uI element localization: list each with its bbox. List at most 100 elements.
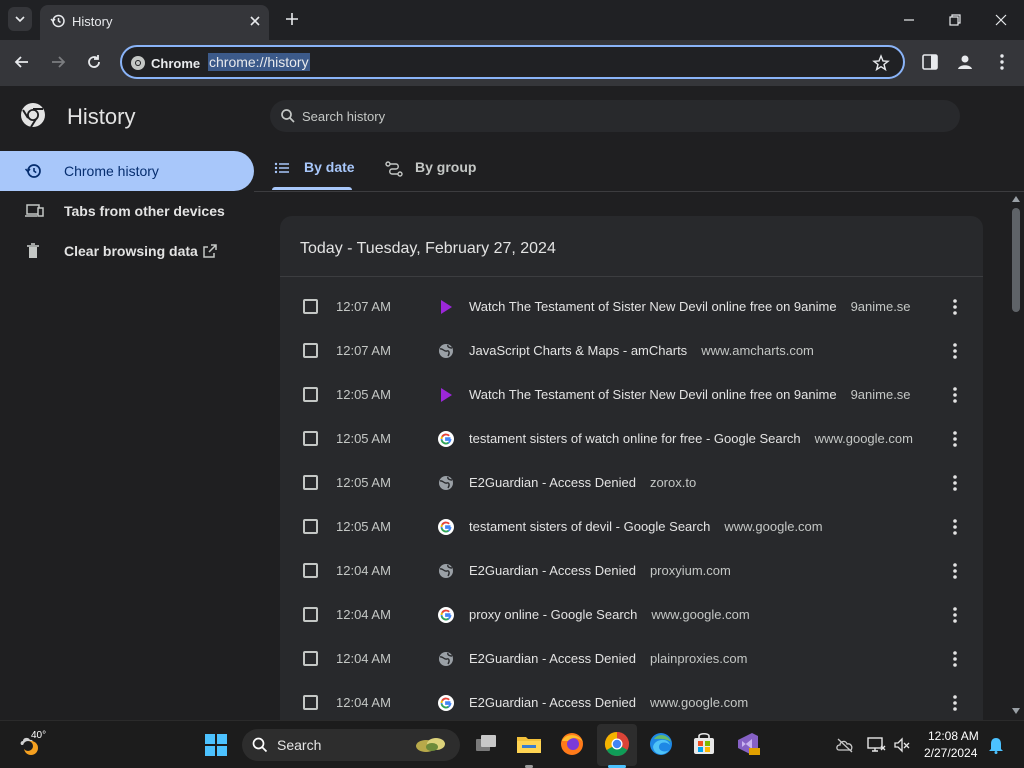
history-row[interactable]: 12:07 AM JavaScript Charts & Maps - amCha…: [280, 329, 983, 373]
volume-muted-icon[interactable]: [893, 736, 911, 754]
tab-search-button[interactable]: [8, 7, 32, 31]
row-checkbox[interactable]: [303, 475, 318, 490]
restore-icon[interactable]: [947, 12, 963, 28]
sidebar-item-label: Tabs from other devices: [64, 203, 225, 219]
row-checkbox[interactable]: [303, 431, 318, 446]
url-text[interactable]: chrome://history: [208, 53, 310, 71]
history-link[interactable]: Watch The Testament of Sister New Devil …: [469, 299, 911, 314]
row-checkbox[interactable]: [303, 651, 318, 666]
history-row[interactable]: 12:04 AM proxy online - Google Search www.…: [280, 593, 983, 637]
row-checkbox[interactable]: [303, 607, 318, 622]
row-checkbox[interactable]: [303, 519, 318, 534]
clock-date[interactable]: 2/27/2024: [924, 746, 977, 760]
more-actions-icon[interactable]: [947, 473, 963, 493]
scrollbar[interactable]: [1008, 192, 1024, 720]
toolbar: Chrome chrome://history: [0, 40, 1024, 86]
edge-icon[interactable]: [648, 731, 674, 757]
more-actions-icon[interactable]: [947, 429, 963, 449]
task-view-icon[interactable]: [473, 731, 499, 757]
active-tab[interactable]: History: [40, 5, 269, 40]
history-row[interactable]: 12:05 AM Watch The Testament of Sister Ne…: [280, 373, 983, 417]
visit-time: 12:04 AM: [336, 695, 391, 710]
bookmark-star-icon[interactable]: [872, 54, 890, 72]
reload-icon[interactable]: [84, 52, 104, 72]
taskbar-search[interactable]: Search: [242, 729, 460, 761]
group-icon: [385, 161, 403, 177]
sidebar-item-chrome-history[interactable]: Chrome history: [0, 151, 254, 191]
page-title-text: E2Guardian - Access Denied: [469, 563, 636, 578]
domain-text: 9anime.se: [850, 299, 911, 314]
history-icon: [50, 14, 65, 28]
history-row[interactable]: 12:04 AM E2Guardian - Access Denied plainp…: [280, 637, 983, 681]
history-link[interactable]: E2Guardian - Access Denied zorox.to: [469, 475, 696, 490]
history-row[interactable]: 12:05 AM testament sisters of watch onlin…: [280, 417, 983, 461]
visual-studio-icon[interactable]: [735, 731, 761, 757]
history-link[interactable]: testament sisters of watch online for fr…: [469, 431, 913, 446]
notification-bell-icon[interactable]: [988, 736, 1004, 754]
row-checkbox[interactable]: [303, 563, 318, 578]
row-checkbox[interactable]: [303, 343, 318, 358]
visit-time: 12:04 AM: [336, 563, 391, 578]
onedrive-icon[interactable]: [836, 737, 854, 753]
history-link[interactable]: E2Guardian - Access Denied www.google.com: [469, 695, 748, 710]
address-bar[interactable]: Chrome chrome://history: [120, 45, 905, 79]
globe-icon: [438, 563, 454, 579]
chrome-icon[interactable]: [604, 731, 630, 757]
more-actions-icon[interactable]: [947, 517, 963, 537]
history-row[interactable]: 12:04 AM E2Guardian - Access Denied proxyi…: [280, 549, 983, 593]
history-link[interactable]: proxy online - Google Search www.google.c…: [469, 607, 750, 622]
clock-time[interactable]: 12:08 AM: [928, 729, 979, 743]
firefox-icon[interactable]: [559, 731, 585, 757]
tab-strip: History: [0, 0, 1024, 40]
site-chip[interactable]: Chrome: [130, 54, 200, 72]
scroll-up-icon[interactable]: [1012, 196, 1020, 202]
row-checkbox[interactable]: [303, 695, 318, 710]
history-row[interactable]: 12:05 AM E2Guardian - Access Denied zorox.…: [280, 461, 983, 505]
history-row[interactable]: 12:04 AM E2Guardian - Access Denied www.go…: [280, 681, 983, 720]
sidebar-item-label: Clear browsing data: [64, 243, 198, 259]
page-title-text: Watch The Testament of Sister New Devil …: [469, 387, 837, 402]
tab-by-date[interactable]: By date: [272, 150, 357, 190]
menu-icon[interactable]: [992, 52, 1012, 72]
more-actions-icon[interactable]: [947, 297, 963, 317]
more-actions-icon[interactable]: [947, 385, 963, 405]
side-panel-icon[interactable]: [920, 52, 940, 72]
close-icon[interactable]: [247, 13, 263, 29]
domain-text: www.google.com: [724, 519, 823, 534]
more-actions-icon[interactable]: [947, 649, 963, 669]
history-row[interactable]: 12:07 AM Watch The Testament of Sister Ne…: [280, 285, 983, 329]
network-icon[interactable]: [866, 736, 886, 754]
forward-icon[interactable]: [48, 52, 68, 72]
history-link[interactable]: Watch The Testament of Sister New Devil …: [469, 387, 911, 402]
row-checkbox[interactable]: [303, 299, 318, 314]
history-row[interactable]: 12:05 AM testament sisters of devil - Goo…: [280, 505, 983, 549]
file-explorer-icon[interactable]: [516, 731, 542, 757]
tab-by-group[interactable]: By group: [384, 150, 484, 190]
more-actions-icon[interactable]: [947, 341, 963, 361]
history-link[interactable]: E2Guardian - Access Denied plainproxies.c…: [469, 651, 747, 666]
more-actions-icon[interactable]: [947, 605, 963, 625]
search-history-field[interactable]: Search history: [270, 100, 960, 132]
sidebar-item-clear-browsing-data[interactable]: Clear browsing data: [0, 231, 254, 271]
new-tab-icon[interactable]: [283, 10, 301, 28]
window-close-icon[interactable]: [993, 12, 1009, 28]
microsoft-store-icon[interactable]: [691, 731, 717, 757]
profile-icon[interactable]: [955, 52, 975, 72]
search-icon: [281, 109, 295, 123]
sidebar-item-tabs-from-other-devices[interactable]: Tabs from other devices: [0, 191, 254, 231]
scroll-down-icon[interactable]: [1012, 708, 1020, 714]
row-checkbox[interactable]: [303, 387, 318, 402]
scrollbar-thumb[interactable]: [1012, 208, 1020, 312]
google-icon: [438, 431, 454, 447]
history-link[interactable]: testament sisters of devil - Google Sear…: [469, 519, 823, 534]
back-icon[interactable]: [12, 52, 32, 72]
more-actions-icon[interactable]: [947, 693, 963, 713]
domain-text: www.google.com: [814, 431, 913, 446]
history-link[interactable]: E2Guardian - Access Denied proxyium.com: [469, 563, 731, 578]
minimize-icon[interactable]: [901, 12, 917, 28]
history-link[interactable]: JavaScript Charts & Maps - amCharts www.a…: [469, 343, 814, 358]
globe-icon: [438, 651, 454, 667]
windows-start-icon[interactable]: [204, 733, 228, 757]
more-actions-icon[interactable]: [947, 561, 963, 581]
taskbar: 40° Search 12:08 AM 2/27/2024: [0, 720, 1024, 768]
